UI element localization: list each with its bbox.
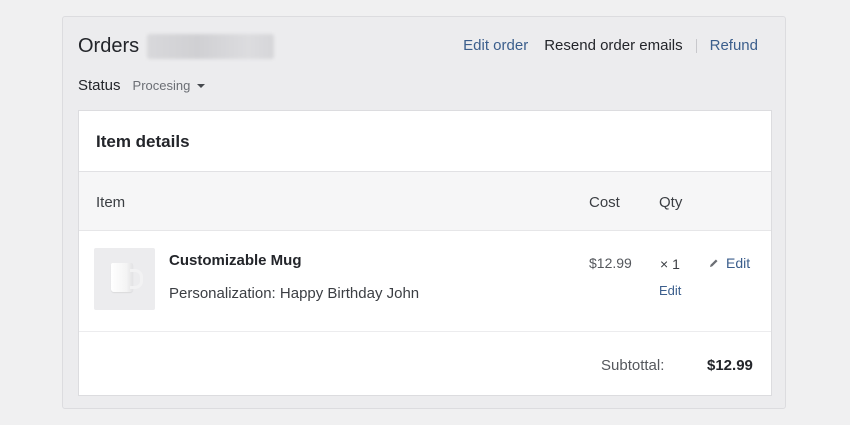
subtotal-value: $12.99 (707, 357, 753, 374)
edit-quantity-link[interactable]: Edit (659, 283, 681, 298)
order-actions: Edit order Resend order emails Refund (463, 37, 758, 54)
status-value: Procesing (132, 78, 191, 93)
resend-order-emails-button[interactable]: Resend order emails (544, 37, 682, 54)
column-header-item: Item (96, 194, 126, 211)
mug-handle (130, 269, 143, 289)
status-dropdown[interactable]: Procesing (133, 78, 206, 93)
table-header: Item Cost Qty (79, 172, 771, 231)
personalization-text: Personalization: Happy Birthday John (169, 285, 420, 302)
item-quantity: × 1 (660, 256, 680, 272)
column-header-qty: Qty (659, 194, 683, 211)
page-title: Orders (78, 35, 140, 57)
order-panel: Orders Edit order Resend order emails Re… (62, 16, 786, 409)
product-thumbnail (94, 248, 155, 310)
pencil-icon (710, 259, 718, 267)
status-label: Status (78, 77, 121, 94)
redacted-order-id (147, 34, 274, 59)
table-row: Customizable Mug Personalization: Happy … (79, 231, 771, 332)
caret-down-icon (197, 84, 206, 88)
product-name: Customizable Mug (169, 252, 302, 269)
item-cost: $12.99 (589, 255, 632, 271)
card-title: Item details (96, 132, 190, 151)
card-header: Item details (79, 111, 771, 172)
column-header-cost: Cost (589, 194, 620, 211)
edit-order-link[interactable]: Edit order (463, 37, 528, 54)
item-details-card: Item details Item Cost Qty Customizable … (78, 110, 772, 396)
subtotal-label: Subtottal: (601, 357, 665, 374)
divider (695, 38, 697, 53)
refund-link[interactable]: Refund (710, 37, 758, 54)
status-row: Status Procesing (78, 77, 206, 94)
edit-item-label: Edit (726, 255, 751, 271)
edit-item-button[interactable]: Edit (709, 255, 750, 271)
